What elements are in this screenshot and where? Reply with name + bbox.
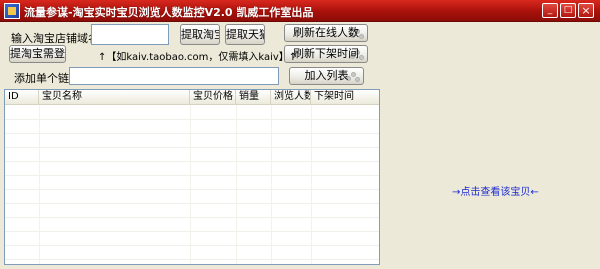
taobao-login-label: 提淘宝需登陆 [10, 47, 65, 60]
fetch-tmall-button[interactable]: 提取天猫 [225, 24, 265, 45]
row-divider [5, 147, 379, 148]
column-header-id[interactable]: ID [5, 90, 39, 104]
item-list-table[interactable]: ID 宝贝名称 宝贝价格 销量 浏览人数 下架时间 [4, 89, 380, 265]
row-divider [5, 217, 379, 218]
column-divider [311, 105, 312, 264]
column-header-price[interactable]: 宝贝价格 [190, 90, 236, 104]
column-header-sales[interactable]: 销量 [236, 90, 271, 104]
row-divider [5, 231, 379, 232]
shop-domain-input[interactable] [91, 24, 169, 45]
fetch-taobao-label: 提取淘宝 [181, 28, 219, 41]
fetch-tmall-label: 提取天猫 [226, 28, 264, 41]
column-divider [190, 105, 191, 264]
row-divider [5, 161, 379, 162]
taobao-login-button[interactable]: 提淘宝需登陆 [9, 45, 66, 63]
minimize-button[interactable]: _ [542, 3, 558, 18]
single-link-input[interactable] [69, 67, 279, 85]
refresh-online-label: 刷新在线人数 [293, 26, 359, 39]
column-header-name[interactable]: 宝贝名称 [39, 90, 190, 104]
row-divider [5, 175, 379, 176]
row-divider [5, 203, 379, 204]
title-bar: 流量参谋-淘宝实时宝贝浏览人数监控V2.0 凯威工作室出品 _ □ × [0, 0, 600, 22]
close-button[interactable]: × [578, 3, 594, 18]
table-header: ID 宝贝名称 宝贝价格 销量 浏览人数 下架时间 [5, 90, 379, 105]
column-divider [39, 105, 40, 264]
add-to-list-label: 加入列表 [304, 69, 349, 82]
shop-domain-label: 输入淘宝店铺域名: [11, 32, 103, 45]
view-item-link[interactable]: →点击查看该宝贝← [452, 183, 539, 198]
row-divider [5, 133, 379, 134]
column-header-offtime[interactable]: 下架时间 [311, 90, 379, 104]
column-divider [236, 105, 237, 264]
add-to-list-button[interactable]: 加入列表 [289, 67, 364, 85]
window-title: 流量参谋-淘宝实时宝贝浏览人数监控V2.0 凯威工作室出品 [24, 6, 314, 19]
shop-domain-hint: ↑【如kaiv.taobao.com，仅需填入kaiv】↑ [98, 52, 298, 63]
row-divider [5, 119, 379, 120]
row-divider [5, 245, 379, 246]
fetch-taobao-button[interactable]: 提取淘宝 [180, 24, 220, 45]
maximize-button[interactable]: □ [560, 3, 576, 18]
refresh-offtime-label: 刷新下架时间 [293, 47, 359, 60]
refresh-online-button[interactable]: 刷新在线人数 [284, 24, 368, 42]
column-header-viewers[interactable]: 浏览人数 [271, 90, 311, 104]
row-divider [5, 189, 379, 190]
app-icon [4, 3, 20, 19]
row-divider [5, 259, 379, 260]
column-divider [271, 105, 272, 264]
